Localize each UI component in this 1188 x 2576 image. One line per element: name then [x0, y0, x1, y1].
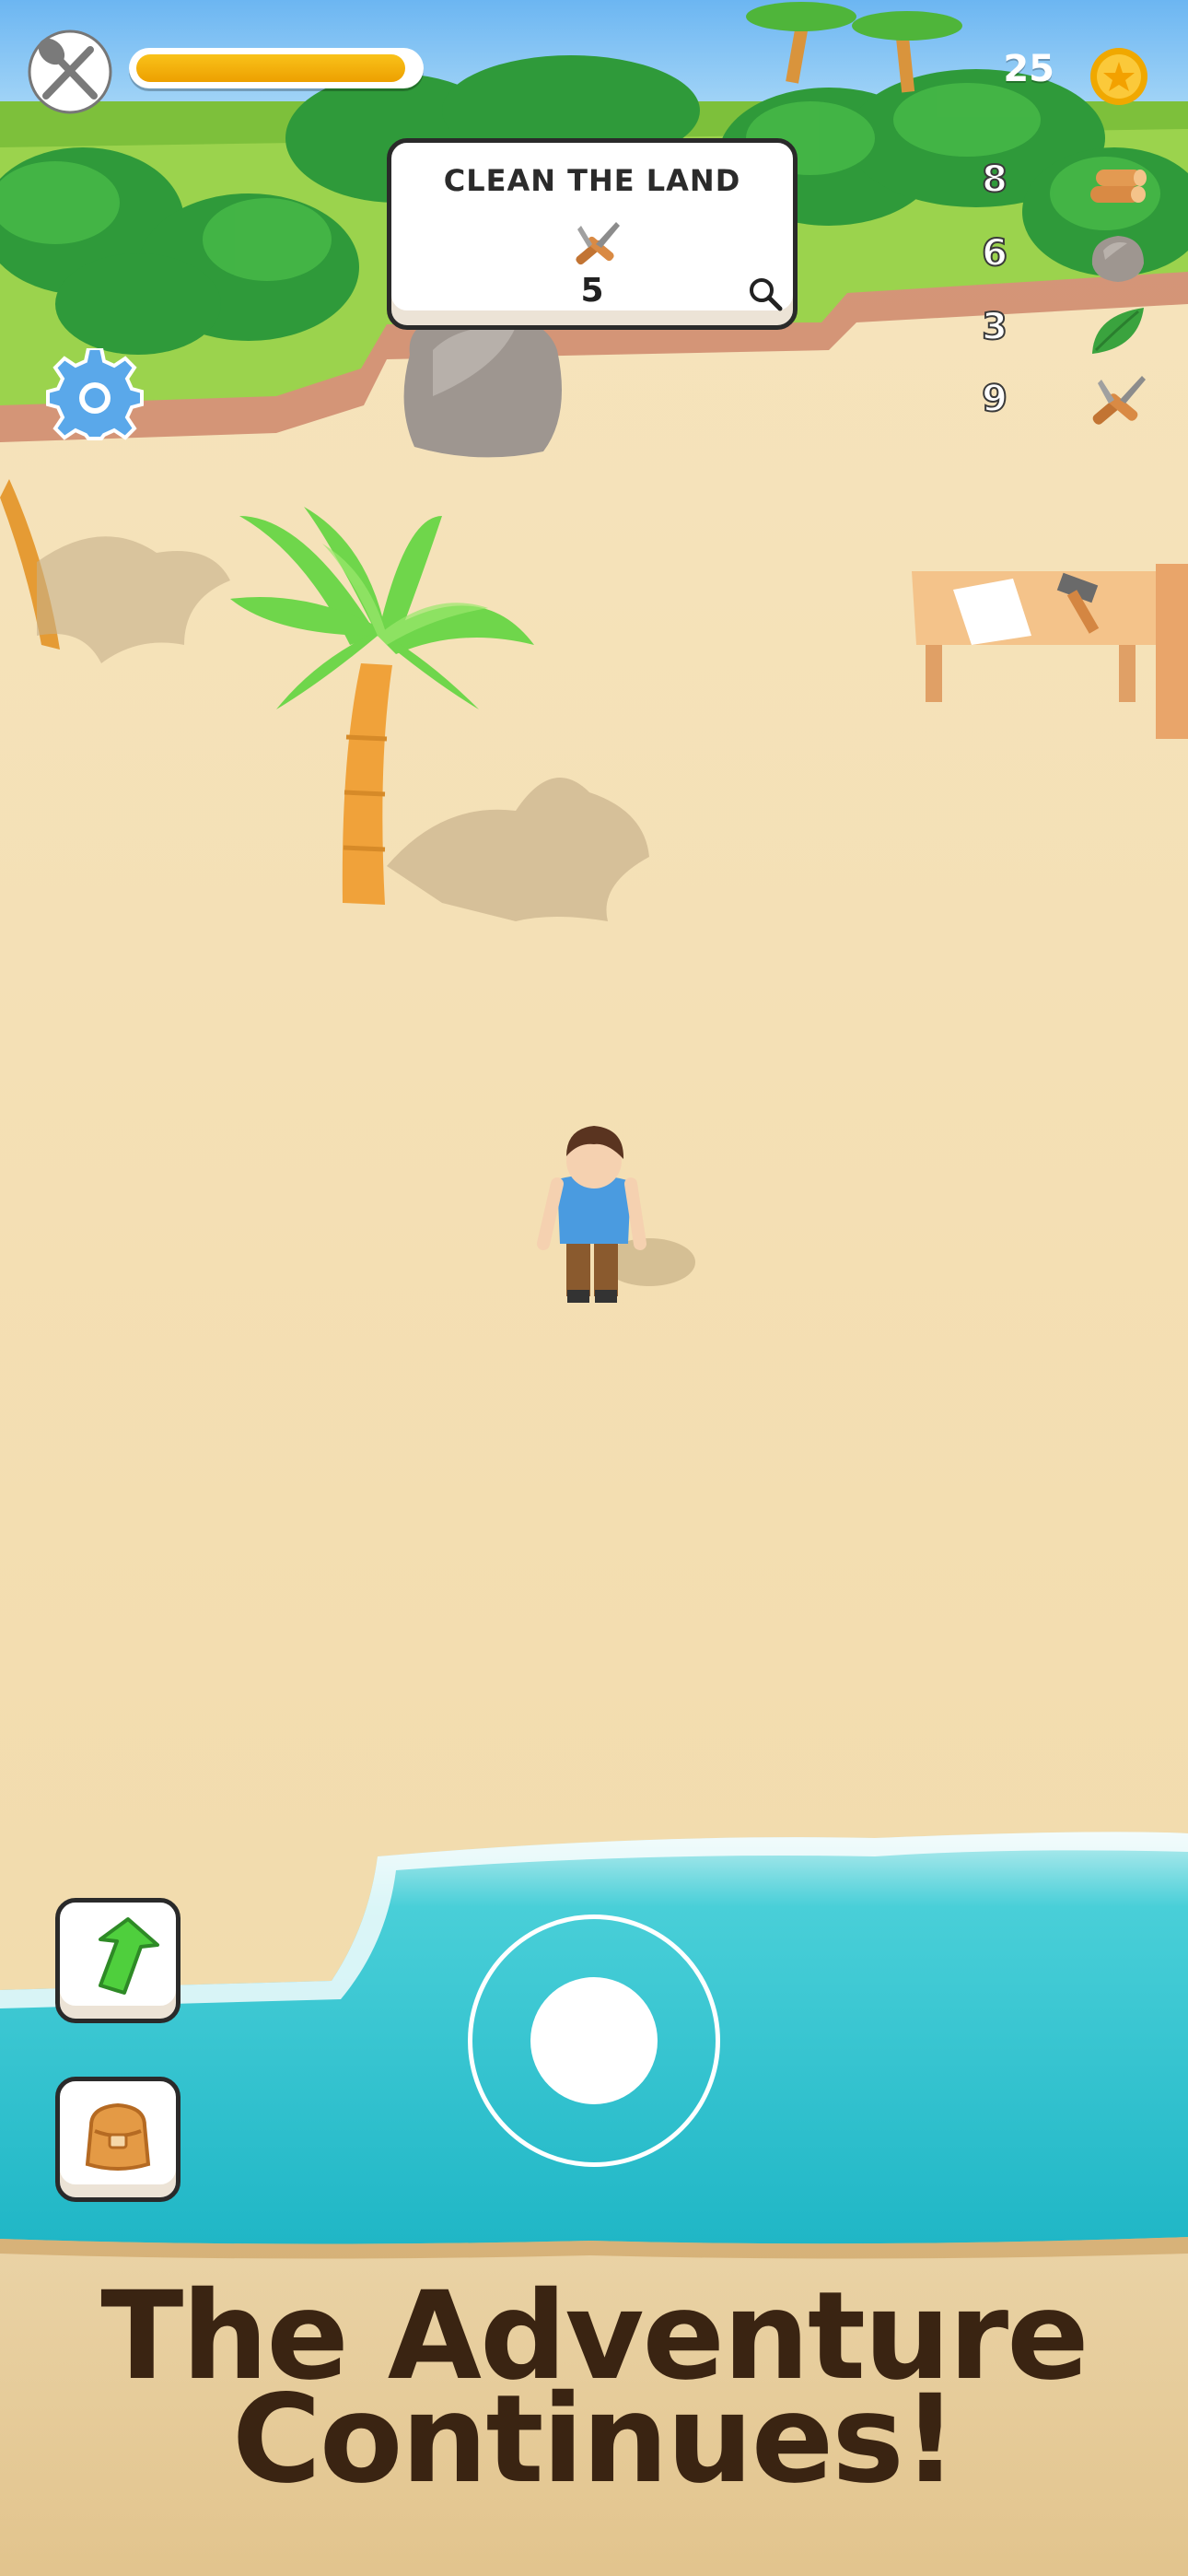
resource-count: 9	[981, 377, 1008, 421]
quest-card[interactable]: CLEAN THE LAND 5	[387, 138, 798, 330]
magnifier-icon[interactable]	[747, 275, 784, 312]
hunger-bar-fill	[136, 54, 405, 82]
leaf-icon	[1092, 308, 1144, 354]
resource-wood: 8	[967, 149, 1151, 217]
wood-logs-icon	[1090, 170, 1147, 203]
coin-count: 25	[1003, 48, 1054, 90]
joystick-knob[interactable]	[530, 1977, 658, 2104]
resource-stone: 6	[967, 223, 1151, 291]
resource-count: 3	[981, 305, 1008, 349]
resource-count: 6	[981, 231, 1008, 275]
shears-icon	[1092, 376, 1146, 425]
inventory-button[interactable]	[55, 2077, 181, 2202]
promo-banner-title: The Adventure Continues!	[0, 2276, 1188, 2500]
upgrade-button[interactable]	[55, 1898, 181, 2023]
hunger-bar	[129, 48, 424, 88]
quest-count: 5	[580, 272, 604, 310]
shears-icon	[576, 222, 620, 265]
up-arrow-icon	[99, 1917, 159, 1995]
stone-icon	[1091, 236, 1144, 282]
fork-spoon-icon	[28, 29, 112, 114]
quest-title: CLEAN THE LAND	[443, 163, 741, 198]
gear-icon[interactable]	[46, 348, 144, 446]
resource-count: 8	[981, 158, 1008, 202]
backpack-icon	[85, 2102, 151, 2171]
resource-leaf: 3	[967, 297, 1151, 365]
star-coin-icon	[1090, 48, 1147, 105]
resource-shears: 9	[967, 369, 1151, 437]
